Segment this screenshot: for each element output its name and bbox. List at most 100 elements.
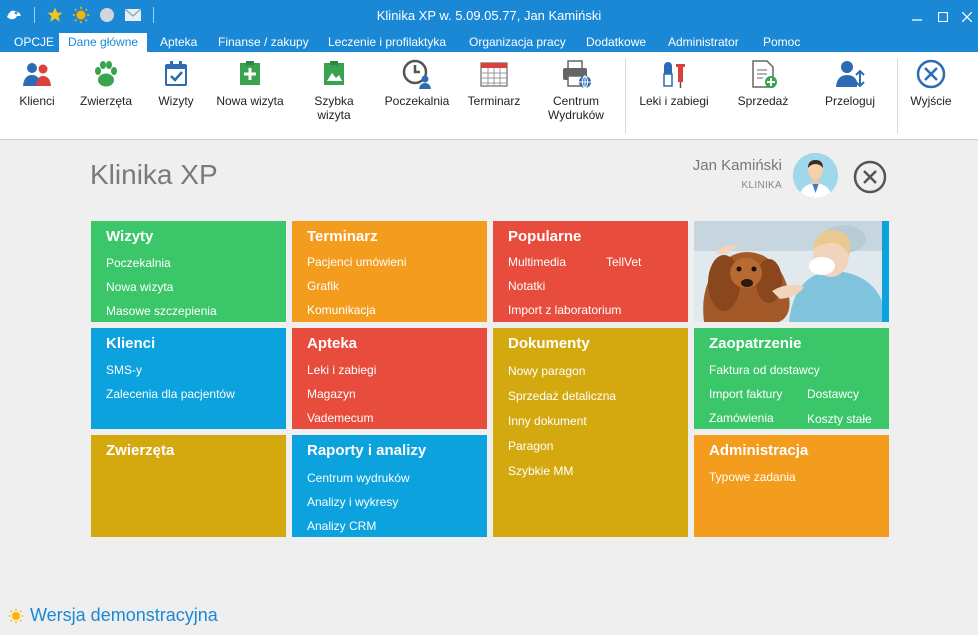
exit-icon <box>916 59 946 89</box>
quick-visit-icon <box>324 61 344 85</box>
tile-link-analizy-i-wykresy[interactable]: Analizy i wykresy <box>307 495 398 509</box>
menu-bar: OPCJE Dane główne Apteka Finanse / zakup… <box>0 33 978 52</box>
paw-icon <box>95 61 117 87</box>
tile-zaopatrzenie: Zaopatrzenie Faktura od dostawcy Import … <box>694 328 889 429</box>
tile-link-koszty-stale[interactable]: Koszty stałe <box>807 412 872 426</box>
maximize-button[interactable] <box>932 0 954 33</box>
ribbon-separator <box>897 58 898 134</box>
tile-link-nowa-wizyta[interactable]: Nowa wizyta <box>106 280 173 294</box>
title-bar: Klinika XP w. 5.09.05.77, Jan Kamiński <box>0 0 978 33</box>
tab-opcje[interactable]: OPCJE <box>14 33 54 52</box>
wyjscie-label: Wyjście <box>910 94 952 108</box>
tab-organizacja-pracy[interactable]: Organizacja pracy <box>469 33 566 52</box>
page-title: Klinika XP <box>90 159 218 190</box>
sprzedaz-button[interactable]: Sprzedaż <box>736 58 790 108</box>
printer-icon <box>563 60 591 89</box>
tile-link-sms[interactable]: SMS-y <box>106 363 142 377</box>
relogin-icon <box>836 61 865 88</box>
tile-link-poczekalnia[interactable]: Poczekalnia <box>106 256 171 270</box>
tile-link-tellvet[interactable]: TellVet <box>606 255 641 269</box>
przeloguj-button[interactable]: Przeloguj <box>822 58 878 108</box>
tile-title: Administracja <box>709 442 809 459</box>
doctor-avatar-icon <box>793 153 838 198</box>
tile-link-faktura-od-dostawcy[interactable]: Faktura od dostawcy <box>709 363 820 377</box>
przeloguj-label: Przeloguj <box>824 94 876 108</box>
tile-link-leki-i-zabiegi[interactable]: Leki i zabiegi <box>307 363 376 377</box>
szybka-wizyta-button[interactable]: Szybka wizyta <box>296 58 372 122</box>
window-title: Klinika XP w. 5.09.05.77, Jan Kamiński <box>376 8 602 23</box>
tile-link-notatki[interactable]: Notatki <box>508 279 545 293</box>
tile-link-zamowienia[interactable]: Zamówienia <box>709 411 774 425</box>
tab-dane-glowne[interactable]: Dane główne <box>59 33 148 52</box>
nowa-wizyta-button[interactable]: Nowa wizyta <box>214 58 286 108</box>
tile-link-grafik[interactable]: Grafik <box>307 279 339 293</box>
demo-text: Wersja demonstracyjna <box>30 605 218 625</box>
tile-link-nowy-paragon[interactable]: Nowy paragon <box>508 364 585 378</box>
tile-link-magazyn[interactable]: Magazyn <box>307 387 356 401</box>
klienci-button[interactable]: Klienci <box>16 58 58 108</box>
ribbon-toolbar: Klienci Zwierzęta Wizyty Nowa wizyta Szy… <box>0 52 978 140</box>
tile-link-import-faktury[interactable]: Import faktury <box>709 387 782 401</box>
tile-link-paragon[interactable]: Paragon <box>508 439 553 453</box>
tile-link-pacjenci-umowieni[interactable]: Pacjenci umówieni <box>307 255 406 269</box>
clock-user-icon <box>402 59 431 89</box>
zwierzeta-button[interactable]: Zwierzęta <box>80 58 132 108</box>
tile-link-import-z-laboratorium[interactable]: Import z laboratorium <box>508 303 621 317</box>
tab-dodatkowe[interactable]: Dodatkowe <box>586 33 646 52</box>
wizyty-button[interactable]: Wizyty <box>155 58 197 108</box>
tile-title: Wizyty <box>106 228 154 245</box>
poczekalnia-button[interactable]: Poczekalnia <box>384 58 450 108</box>
tile-link-analizy-crm[interactable]: Analizy CRM <box>307 519 376 533</box>
tile-title: Popularne <box>508 228 582 245</box>
wizyty-label: Wizyty <box>158 94 194 108</box>
tile-title: Zaopatrzenie <box>709 335 802 352</box>
vet-with-dog-image <box>694 221 882 322</box>
tile-link-typowe-zadania[interactable]: Typowe zadania <box>709 470 796 484</box>
tile-title: Klienci <box>106 335 156 352</box>
tile-link-sprzedaz-detaliczna[interactable]: Sprzedaż detaliczna <box>508 389 616 403</box>
avatar[interactable] <box>793 153 838 198</box>
minimize-button[interactable] <box>906 0 928 33</box>
sun-icon <box>8 608 24 623</box>
tile-zwierzeta[interactable]: Zwierzęta <box>91 435 286 537</box>
sale-document-icon <box>752 60 777 88</box>
tile-title: Zwierzęta <box>106 442 175 459</box>
clients-icon <box>23 63 51 86</box>
tile-link-masowe-szczepienia[interactable]: Masowe szczepienia <box>106 304 217 318</box>
tile-terminarz: Terminarz Pacjenci umówieni Grafik Komun… <box>292 221 487 322</box>
leki-i-zabiegi-button[interactable]: Leki i zabiegi <box>638 58 710 108</box>
tile-link-multimedia[interactable]: Multimedia <box>508 255 566 269</box>
demo-version-label: Wersja demonstracyjna <box>8 605 218 626</box>
leki-i-zabiegi-label: Leki i zabiegi <box>639 94 709 108</box>
user-name: Jan Kamiński <box>692 157 782 174</box>
szybka-wizyta-label: Szybka wizyta <box>314 94 354 122</box>
terminarz-label: Terminarz <box>467 94 521 108</box>
tile-link-dostawcy[interactable]: Dostawcy <box>807 387 859 401</box>
tile-link-inny-dokument[interactable]: Inny dokument <box>508 414 587 428</box>
tile-raporty-i-analizy: Raporty i analizy Centrum wydruków Anali… <box>292 435 487 537</box>
tile-link-vademecum[interactable]: Vademecum <box>307 411 373 425</box>
tile-title: Apteka <box>307 335 358 352</box>
close-window-button[interactable] <box>956 0 978 33</box>
tile-link-szybkie-mm[interactable]: Szybkie MM <box>508 464 573 478</box>
centrum-wydrukow-button[interactable]: Centrum Wydruków <box>540 58 612 122</box>
tile-link-komunikacja[interactable]: Komunikacja <box>307 303 376 317</box>
tab-administrator[interactable]: Administrator <box>668 33 739 52</box>
tile-link-zalecenia-dla-pacjentow[interactable]: Zalecenia dla pacjentów <box>106 387 235 401</box>
zwierzeta-label: Zwierzęta <box>80 94 133 108</box>
tab-pomoc[interactable]: Pomoc <box>763 33 800 52</box>
tile-title: Terminarz <box>307 228 378 245</box>
tab-apteka[interactable]: Apteka <box>160 33 197 52</box>
add-visit-icon <box>240 61 260 85</box>
tab-finanse-zakupy[interactable]: Finanse / zakupy <box>218 33 309 52</box>
terminarz-button[interactable]: Terminarz <box>466 58 522 108</box>
wyjscie-button[interactable]: Wyjście <box>908 58 954 108</box>
sprzedaz-label: Sprzedaż <box>737 94 789 108</box>
close-dashboard-button[interactable] <box>853 160 887 194</box>
centrum-label: Centrum <box>552 94 599 108</box>
tile-dokumenty: Dokumenty Nowy paragon Sprzedaż detalicz… <box>493 328 688 537</box>
tile-link-centrum-wydrukow[interactable]: Centrum wydruków <box>307 471 410 485</box>
tile-popularne: Popularne Multimedia TellVet Notatki Imp… <box>493 221 688 322</box>
tab-leczenie-i-profilaktyka[interactable]: Leczenie i profilaktyka <box>328 33 446 52</box>
tile-title: Raporty i analizy <box>307 442 427 459</box>
